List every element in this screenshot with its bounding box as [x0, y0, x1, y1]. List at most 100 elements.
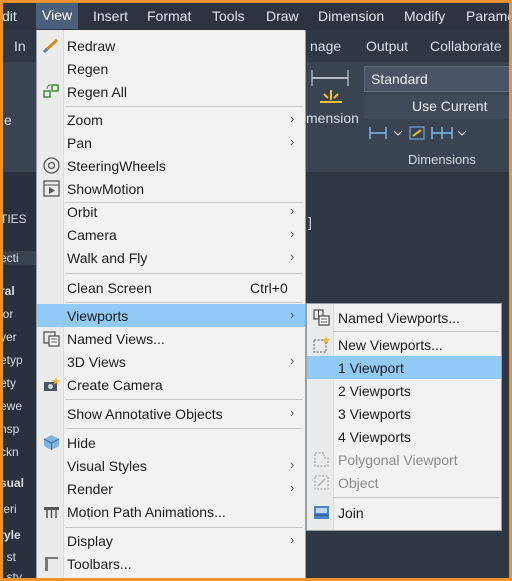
dimension-tools-icon[interactable] [368, 124, 478, 142]
dimension-style-dropdown[interactable]: Standard [364, 66, 512, 92]
menu-item-showmotion[interactable]: ShowMotion [37, 177, 305, 200]
menu-separator [65, 106, 303, 107]
submenu-arrow-icon: › [290, 134, 295, 149]
submenu-item-named-viewports[interactable]: Named Viewports... [307, 306, 501, 329]
menu-item-pan[interactable]: Pan › [37, 131, 305, 154]
menu-separator [65, 273, 303, 274]
menu-item-regen[interactable]: Regen [37, 57, 305, 80]
ribbon-left-fragment: e [4, 112, 12, 128]
menu-item-label: Show Annotative Objects [67, 406, 223, 422]
submenu-arrow-icon: › [290, 405, 295, 420]
menu-separator [65, 399, 303, 400]
submenu-arrow-icon: › [290, 307, 295, 322]
menu-item-label: Redraw [67, 38, 116, 54]
viewports-submenu: Named Viewports... New Viewports... 1 Vi… [306, 303, 502, 531]
menu-item-redraw[interactable]: Redraw [37, 34, 305, 57]
menu-item-visual-styles[interactable]: Visual Styles › [37, 454, 305, 477]
submenu-item-1-viewport[interactable]: 1 Viewport [307, 356, 501, 379]
menu-item-label: Pan [67, 135, 92, 151]
menu-separator [333, 331, 499, 332]
submenu-item-new-viewports[interactable]: New Viewports... [307, 333, 501, 356]
menu-dimension[interactable]: Dimension [318, 8, 384, 24]
menu-parameter[interactable]: Parame [466, 8, 512, 24]
regen-all-icon [43, 84, 59, 98]
menu-item-label: Camera [67, 227, 117, 243]
submenu-item-label: Object [338, 475, 379, 491]
object-viewport-icon [314, 475, 329, 490]
menu-item-toolbars[interactable]: Toolbars... [37, 552, 305, 575]
tab-insert[interactable]: In [14, 38, 26, 54]
redraw-icon [42, 38, 59, 54]
menu-item-label: Hide [67, 435, 96, 451]
menu-modify[interactable]: Modify [404, 8, 445, 24]
palette-label: etyp [0, 353, 23, 367]
palette-label: t sty [0, 570, 23, 581]
steeringwheels-icon [43, 157, 60, 174]
menu-item-label: ShowMotion [67, 181, 145, 197]
menu-item-orbit[interactable]: Orbit › [37, 200, 305, 223]
submenu-arrow-icon: › [290, 480, 295, 495]
menu-edit[interactable]: dit [2, 8, 17, 24]
submenu-arrow-icon: › [290, 353, 295, 368]
menu-view[interactable]: View [36, 3, 79, 29]
menu-item-viewports[interactable]: Viewports › [37, 304, 305, 327]
submenu-item-4-viewports[interactable]: 4 Viewports [307, 425, 501, 448]
tab-collaborate[interactable]: Collaborate [430, 38, 502, 54]
dimension-star-icon[interactable] [316, 88, 346, 106]
menu-item-show-annotative-objects[interactable]: Show Annotative Objects › [37, 402, 305, 425]
menu-item-3d-views[interactable]: 3D Views › [37, 350, 305, 373]
menu-item-label: Orbit [67, 204, 98, 220]
menu-item-regen-all[interactable]: Regen All [37, 80, 305, 103]
menu-separator [333, 497, 499, 498]
showmotion-icon [43, 180, 60, 197]
palette-label: tyle [0, 528, 21, 542]
menu-separator [65, 428, 303, 429]
palette-label: ewe [0, 399, 23, 413]
menu-item-render[interactable]: Render › [37, 477, 305, 500]
submenu-arrow-icon: › [290, 249, 295, 264]
tab-output[interactable]: Output [366, 38, 408, 54]
menu-tools[interactable]: Tools [212, 8, 245, 24]
submenu-item-label: 2 Viewports [338, 383, 411, 399]
create-camera-icon [44, 377, 60, 391]
use-current-dropdown[interactable]: Use Current [364, 95, 512, 119]
submenu-item-polygonal-viewport: Polygonal Viewport [307, 448, 501, 471]
menu-item-label: Visual Styles [67, 458, 147, 474]
menu-insert[interactable]: Insert [93, 8, 128, 24]
submenu-item-label: 3 Viewports [338, 406, 411, 422]
menu-format[interactable]: Format [147, 8, 191, 24]
menu-item-motion-path-animations[interactable]: Motion Path Animations... [37, 500, 305, 523]
submenu-item-3-viewports[interactable]: 3 Viewports [307, 402, 501, 425]
linear-dimension-icon[interactable] [310, 66, 350, 88]
menu-item-named-views[interactable]: Named Views... [37, 327, 305, 350]
new-viewports-icon [313, 336, 330, 353]
submenu-arrow-icon: › [290, 457, 295, 472]
menu-item-clean-screen[interactable]: Clean Screen Ctrl+0 [37, 276, 305, 299]
dimension-label: mension [306, 110, 359, 126]
palette-label: sual [0, 476, 25, 490]
submenu-arrow-icon: › [290, 111, 295, 126]
menu-item-steeringwheels[interactable]: SteeringWheels [37, 154, 305, 177]
palette-label: ral [0, 284, 15, 298]
menu-item-camera[interactable]: Camera › [37, 223, 305, 246]
palette-label: t st [0, 550, 17, 564]
palette-label: TIES [0, 212, 27, 226]
menu-item-label: Render [67, 481, 113, 497]
menu-draw[interactable]: Draw [266, 8, 299, 24]
view-menu: Redraw Regen Regen All Zoom › Pan › Stee… [36, 30, 306, 581]
menu-item-create-camera[interactable]: Create Camera [37, 373, 305, 396]
menu-item-walk-and-fly[interactable]: Walk and Fly › [37, 246, 305, 269]
submenu-item-join[interactable]: Join [307, 501, 501, 524]
submenu-arrow-icon: › [290, 226, 295, 241]
join-icon [314, 506, 329, 519]
menu-item-display[interactable]: Display › [37, 529, 305, 552]
palette-label: lor [0, 307, 14, 321]
menu-item-label: Walk and Fly [67, 250, 148, 266]
menu-item-label: SteeringWheels [67, 158, 166, 174]
menu-item-label: Clean Screen [67, 280, 152, 296]
menu-item-hide[interactable]: Hide [37, 431, 305, 454]
menu-item-zoom[interactable]: Zoom › [37, 108, 305, 131]
hide-icon [43, 435, 60, 450]
tab-manage[interactable]: nage [310, 38, 341, 54]
submenu-item-2-viewports[interactable]: 2 Viewports [307, 379, 501, 402]
